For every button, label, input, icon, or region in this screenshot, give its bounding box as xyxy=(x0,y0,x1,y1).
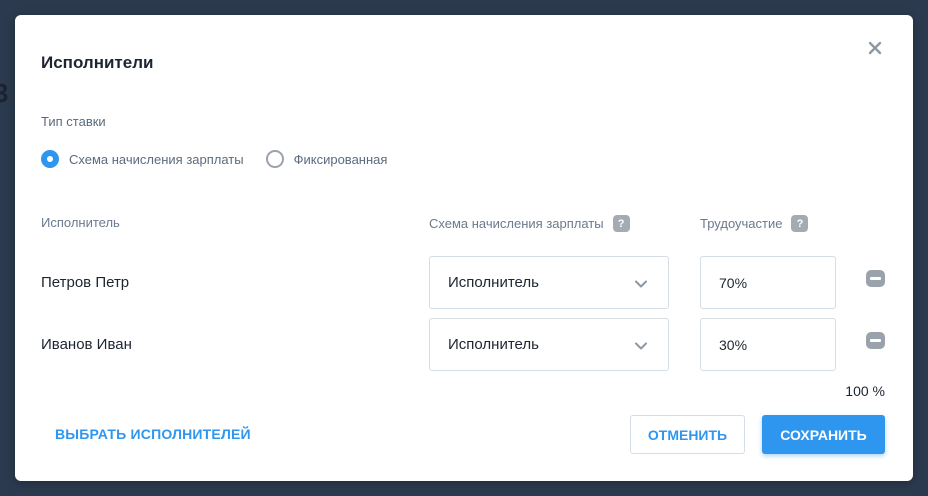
performer-name: Иванов Иван xyxy=(41,336,132,353)
close-icon[interactable] xyxy=(865,38,885,58)
column-header-salary-scheme: Схема начисления зарплаты ? xyxy=(429,215,630,232)
column-header-label: Трудоучастие xyxy=(700,216,783,231)
backdrop-glyph: 3 xyxy=(0,78,9,108)
select-performers-button[interactable]: ВЫБРАТЬ ИСПОЛНИТЕЛЕЙ xyxy=(55,426,251,442)
select-value: Исполнитель xyxy=(448,274,539,291)
radio-unchecked-icon xyxy=(265,150,284,168)
performer-row: Иванов Иван Исполнитель xyxy=(15,318,913,372)
help-icon[interactable]: ? xyxy=(791,215,809,232)
save-button[interactable]: СОХРАНИТЬ xyxy=(762,415,885,454)
radio-label: Схема начисления зарплаты xyxy=(69,151,244,167)
salary-scheme-select[interactable]: Исполнитель xyxy=(429,318,669,371)
radio-fixed[interactable]: Фиксированная xyxy=(265,150,388,168)
select-value: Исполнитель xyxy=(448,336,539,353)
column-header-label: Схема начисления зарплаты xyxy=(429,216,604,231)
performers-dialog: Исполнители Тип ставки Схема начисления … xyxy=(15,15,913,481)
participation-input[interactable] xyxy=(700,256,836,309)
column-header-label: Исполнитель xyxy=(41,215,120,230)
radio-salary-scheme[interactable]: Схема начисления зарплаты xyxy=(41,150,244,168)
rate-type-label: Тип ставки xyxy=(41,114,106,129)
performer-name: Петров Петр xyxy=(41,274,130,291)
participation-input[interactable] xyxy=(700,318,836,371)
cancel-button[interactable]: ОТМЕНИТЬ xyxy=(630,415,745,454)
remove-row-icon[interactable] xyxy=(866,332,885,349)
chevron-down-icon xyxy=(635,280,647,288)
rate-type-radio-group: Схема начисления зарплаты Фиксированная xyxy=(41,150,409,168)
dialog-title: Исполнители xyxy=(41,53,154,72)
chevron-down-icon xyxy=(635,342,647,350)
performer-row: Петров Петр Исполнитель xyxy=(15,256,913,310)
radio-checked-icon xyxy=(41,150,59,168)
column-header-performer: Исполнитель xyxy=(41,215,120,230)
help-icon[interactable]: ? xyxy=(612,215,630,232)
radio-label: Фиксированная xyxy=(293,151,388,167)
participation-total: 100 % xyxy=(845,383,885,399)
column-header-participation: Трудоучастие ? xyxy=(700,215,809,232)
remove-row-icon[interactable] xyxy=(866,270,885,287)
salary-scheme-select[interactable]: Исполнитель xyxy=(429,256,669,309)
